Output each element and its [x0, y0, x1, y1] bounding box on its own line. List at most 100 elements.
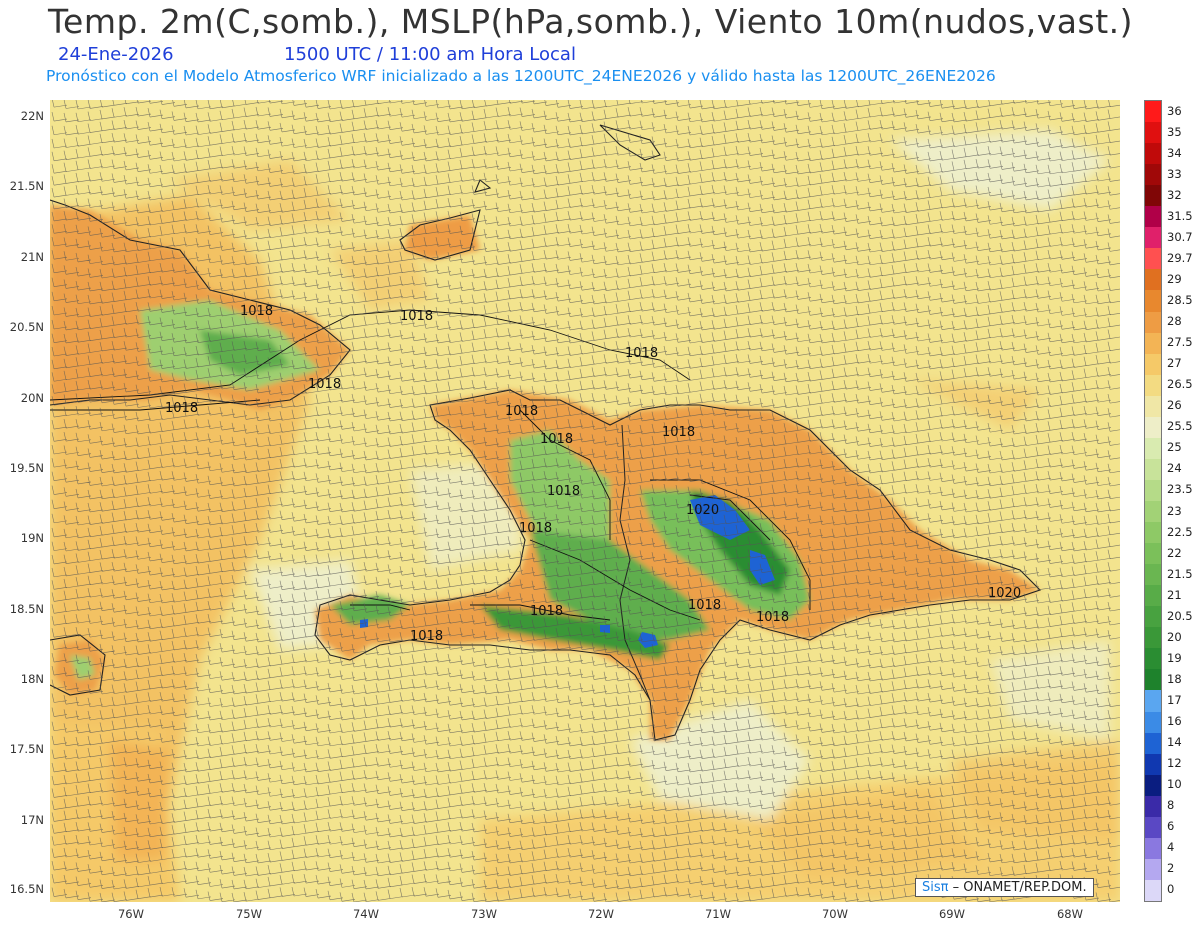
colorbar-label: 19 — [1167, 650, 1182, 665]
colorbar-label: 20.5 — [1167, 608, 1193, 623]
valid-time: 1500 UTC / 11:00 am Hora Local — [284, 44, 576, 65]
colorbar-segment — [1145, 606, 1161, 628]
colorbar-segment — [1145, 227, 1161, 249]
isobar-label: 1018 — [540, 432, 573, 447]
isobar-label: 1018 — [625, 346, 658, 361]
colorbar-segment — [1145, 501, 1161, 523]
colorbar-segment — [1145, 374, 1161, 397]
lat-label: 16.5N — [9, 882, 44, 896]
isobar-label: 1018 — [530, 604, 563, 619]
credit-text: – ONAMET/REP.DOM. — [952, 880, 1087, 895]
colorbar-label: 0 — [1167, 882, 1175, 897]
colorbar-label: 33 — [1167, 166, 1182, 181]
colorbar-segment — [1145, 458, 1161, 481]
lat-label: 22N — [20, 109, 44, 123]
colorbar-label: 29 — [1167, 271, 1182, 286]
lon-label: 74W — [352, 907, 380, 921]
colorbar-segment — [1145, 395, 1161, 418]
colorbar-segment — [1145, 837, 1161, 860]
colorbar-label: 35 — [1167, 124, 1182, 139]
colorbar-label: 14 — [1167, 735, 1182, 750]
colorbar-label: 2 — [1167, 861, 1175, 876]
colorbar-segment — [1145, 311, 1161, 334]
colorbar-segment — [1145, 143, 1161, 165]
colorbar-segment — [1145, 437, 1161, 460]
isobar-label: 1018 — [662, 425, 695, 440]
colorbar-segment — [1145, 585, 1161, 607]
colorbar-label: 4 — [1167, 840, 1175, 855]
colorbar-label: 28 — [1167, 314, 1182, 329]
lat-label: 17.5N — [9, 742, 44, 756]
map-canvas: 1018 1018 1018 1018 1018 1018 1018 1018 … — [50, 100, 1120, 902]
colorbar-segment — [1145, 774, 1161, 797]
colorbar-segment — [1145, 206, 1161, 228]
colorbar-label: 21 — [1167, 587, 1182, 602]
colorbar-label: 30.7 — [1167, 229, 1193, 244]
isobar-label: 1018 — [505, 404, 538, 419]
colorbar-segment — [1145, 627, 1161, 649]
lat-label: 21N — [20, 250, 44, 264]
colorbar-segment — [1145, 858, 1161, 881]
lat-label: 18.5N — [9, 602, 44, 616]
forecast-date: 24-Ene-2026 — [58, 44, 174, 65]
colorbar-segment — [1145, 416, 1161, 439]
colorbar-segment — [1145, 816, 1161, 839]
colorbar-segment — [1145, 732, 1161, 755]
colorbar-segment — [1145, 648, 1161, 670]
colorbar-label: 25.5 — [1167, 419, 1193, 434]
isobar-label: 1018 — [756, 610, 789, 625]
colorbar-segment — [1145, 479, 1161, 502]
colorbar-segment — [1145, 290, 1161, 313]
lat-label: 20N — [20, 391, 44, 405]
colorbar-label: 27 — [1167, 356, 1182, 371]
colorbar-label: 23.5 — [1167, 482, 1193, 497]
colorbar-label: 12 — [1167, 756, 1182, 771]
isobar-label: 1020 — [686, 503, 719, 518]
isobar-label: 1018 — [165, 401, 198, 416]
colorbar-label: 20 — [1167, 629, 1182, 644]
lat-label: 19.5N — [9, 461, 44, 475]
lon-label: 73W — [470, 907, 498, 921]
lat-label: 17N — [20, 813, 44, 827]
colorbar-segment — [1145, 353, 1161, 376]
colorbar-label: 16 — [1167, 714, 1182, 729]
colorbar-segment — [1145, 185, 1161, 207]
colorbar-label: 6 — [1167, 819, 1175, 834]
lat-label: 20.5N — [9, 320, 44, 334]
colorbar-label: 10 — [1167, 777, 1182, 792]
colorbar-label: 21.5 — [1167, 566, 1193, 581]
isobar-label: 1018 — [400, 309, 433, 324]
colorbar-label: 27.5 — [1167, 335, 1193, 350]
colorbar-segment — [1145, 711, 1161, 734]
isobar-label: 1018 — [547, 484, 580, 499]
lon-label: 69W — [938, 907, 966, 921]
colorbar-segment — [1145, 564, 1161, 586]
colorbar-segment — [1145, 690, 1161, 713]
isobar-label: 1018 — [519, 521, 552, 536]
isobar-label: 1018 — [410, 629, 443, 644]
isobar-label: 1020 — [988, 586, 1021, 601]
colorbar-label: 32 — [1167, 187, 1182, 202]
colorbar-segment — [1145, 164, 1161, 186]
colorbar-segment — [1145, 879, 1161, 902]
colorbar-label: 31.5 — [1167, 208, 1193, 223]
colorbar-label: 23 — [1167, 503, 1182, 518]
lon-label: 72W — [587, 907, 615, 921]
colorbar-segment — [1145, 248, 1161, 270]
colorbar-segment — [1145, 269, 1161, 291]
pi-symbol: π — [940, 880, 949, 895]
colorbar-segment — [1145, 101, 1161, 123]
sis-logo-text: Sis — [922, 880, 941, 895]
colorbar-label: 25 — [1167, 440, 1182, 455]
temperature-colorbar — [1144, 100, 1162, 902]
isobar-label: 1018 — [688, 598, 721, 613]
colorbar-label: 18 — [1167, 671, 1182, 686]
colorbar-label: 26.5 — [1167, 377, 1193, 392]
colorbar-label: 36 — [1167, 103, 1182, 118]
colorbar-segment — [1145, 522, 1161, 544]
colorbar-segment — [1145, 669, 1161, 691]
colorbar-label: 34 — [1167, 145, 1182, 160]
colorbar-label: 24 — [1167, 461, 1182, 476]
lon-label: 68W — [1056, 907, 1084, 921]
isobar-label: 1018 — [308, 377, 341, 392]
